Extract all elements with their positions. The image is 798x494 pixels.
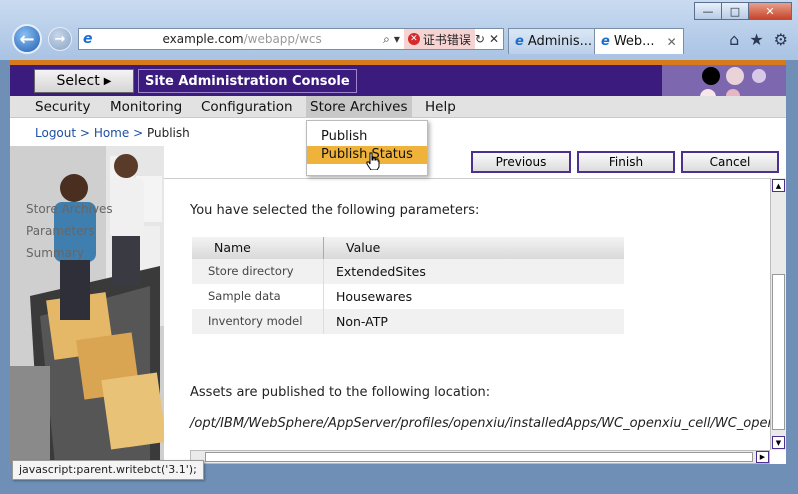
favorites-star-icon[interactable]: ★ [749,30,763,49]
breadcrumb-separator: > [133,126,144,140]
menu-bar: Security Monitoring Configuration Store … [10,96,786,118]
minimize-button[interactable]: — [694,2,722,20]
ie-tab-icon: e [601,34,610,49]
breadcrumb-home[interactable]: Home [94,126,129,140]
breadcrumb-current: Publish [146,126,190,140]
intro-text: You have selected the following paramete… [190,203,480,218]
tab-administration[interactable]: e Adminis... [508,28,600,54]
back-button[interactable]: ← [12,24,42,54]
certificate-error-badge[interactable]: ✕ 证书错误 [403,29,475,49]
menu-monitoring[interactable]: Monitoring [106,96,186,118]
browser-tools: ⌂ ★ ⚙ [729,30,788,49]
settings-gear-icon[interactable]: ⚙ [774,30,788,49]
param-name: Sample data [192,284,324,309]
browser-chrome: — □ ✕ ← → e example.com/webapp/wcs ⌕ ▾ ✕… [0,0,798,60]
ie-tab-icon: e [515,34,524,49]
table-row: Store directory ExtendedSites [192,259,624,284]
home-icon[interactable]: ⌂ [729,30,739,49]
tab-label: Adminis... [527,34,593,49]
assets-label: Assets are published to the following lo… [190,385,491,400]
decoration-dot [726,67,744,85]
url-path: /webapp/wcs [243,32,322,46]
param-value: ExtendedSites [336,264,426,279]
scroll-up-icon[interactable]: ▲ [772,179,785,192]
column-header-value: Value [346,240,381,255]
step-store-archives[interactable]: Store Archives [26,198,113,220]
previous-button[interactable]: Previous [471,151,571,173]
menu-store-archives[interactable]: Store Archives [306,96,412,118]
assets-path: /opt/IBM/WebSphere/AppServer/profiles/op… [190,416,786,431]
address-actions: ↻ ✕ [475,32,503,46]
param-value: Non-ATP [336,314,388,329]
error-x-icon: ✕ [407,33,420,45]
select-button[interactable]: Select ▶ [34,69,134,93]
address-icons: ⌕ ▾ [383,32,404,47]
vertical-scroll-thumb[interactable] [772,274,785,430]
status-tooltip: javascript:parent.writebct('3.1'); [12,460,204,480]
decoration-dot [752,69,766,83]
scroll-right-icon[interactable]: ▶ [756,451,769,463]
dropdown-chevron-icon[interactable]: ▾ [394,32,400,46]
web-page: Select ▶ Site Administration Console Sec… [10,60,786,464]
step-parameters[interactable]: Parameters [26,220,113,242]
search-icon[interactable]: ⌕ [383,32,390,47]
cancel-button[interactable]: Cancel [681,151,779,173]
horizontal-scroll-thumb[interactable] [205,452,753,462]
wizard-steps: Store Archives Parameters Summary [26,198,113,264]
back-arrow-icon: ← [19,28,35,50]
url-host: example.com [162,32,244,46]
ie-logo-icon: e [83,31,93,47]
address-bar[interactable]: e example.com/webapp/wcs ⌕ ▾ ✕ 证书错误 ↻ ✕ [78,28,504,50]
forward-arrow-icon: → [54,31,66,47]
console-banner: Select ▶ Site Administration Console [10,60,786,96]
stop-icon[interactable]: ✕ [489,32,499,46]
decoration-dot [702,67,720,85]
chevron-right-icon: ▶ [103,75,112,87]
menu-configuration[interactable]: Configuration [197,96,297,118]
tab-web[interactable]: e Web... ✕ [594,28,684,54]
decoration-dot [726,89,740,96]
window-controls: — □ ✕ [694,2,792,20]
breadcrumb-separator: > [79,126,90,140]
maximize-button[interactable]: □ [721,2,749,20]
summary-content: You have selected the following paramete… [164,178,786,450]
select-label: Select [56,73,100,89]
warehouse-photo [10,146,164,464]
menu-option-publish[interactable]: Publish [307,128,427,146]
table-row: Sample data Housewares [192,284,624,309]
breadcrumb-logout[interactable]: Logout [35,126,76,140]
tab-label: Web... [613,34,655,49]
forward-button[interactable]: → [48,27,72,51]
banner-decoration [662,65,786,96]
menu-security[interactable]: Security [31,96,94,118]
refresh-icon[interactable]: ↻ [475,32,485,46]
horizontal-scrollbar[interactable]: ▶ [190,450,770,464]
param-name: Inventory model [192,309,324,334]
column-header-name: Name [192,237,324,259]
address-url[interactable]: example.com/webapp/wcs [97,32,384,46]
close-tab-icon[interactable]: ✕ [667,35,677,49]
param-name: Store directory [192,259,324,284]
table-row: Inventory model Non-ATP [192,309,624,334]
step-summary[interactable]: Summary [26,242,113,264]
console-title: Site Administration Console [138,69,357,93]
param-value: Housewares [336,289,413,304]
scroll-down-icon[interactable]: ▼ [772,436,785,449]
warehouse-illustration [10,146,164,464]
table-header: Name Value [192,237,624,259]
close-window-button[interactable]: ✕ [748,2,792,20]
wizard-actions: Previous Finish Cancel [471,151,779,173]
finish-button[interactable]: Finish [577,151,675,173]
decoration-dot [700,89,716,96]
parameters-table: Name Value Store directory ExtendedSites… [192,237,624,334]
menu-help[interactable]: Help [421,96,460,118]
breadcrumb: Logout > Home > Publish [35,126,190,140]
hand-cursor-icon [366,152,380,170]
vertical-scrollbar[interactable]: ▲ ▼ [770,178,786,450]
cert-error-text: 证书错误 [422,32,471,47]
